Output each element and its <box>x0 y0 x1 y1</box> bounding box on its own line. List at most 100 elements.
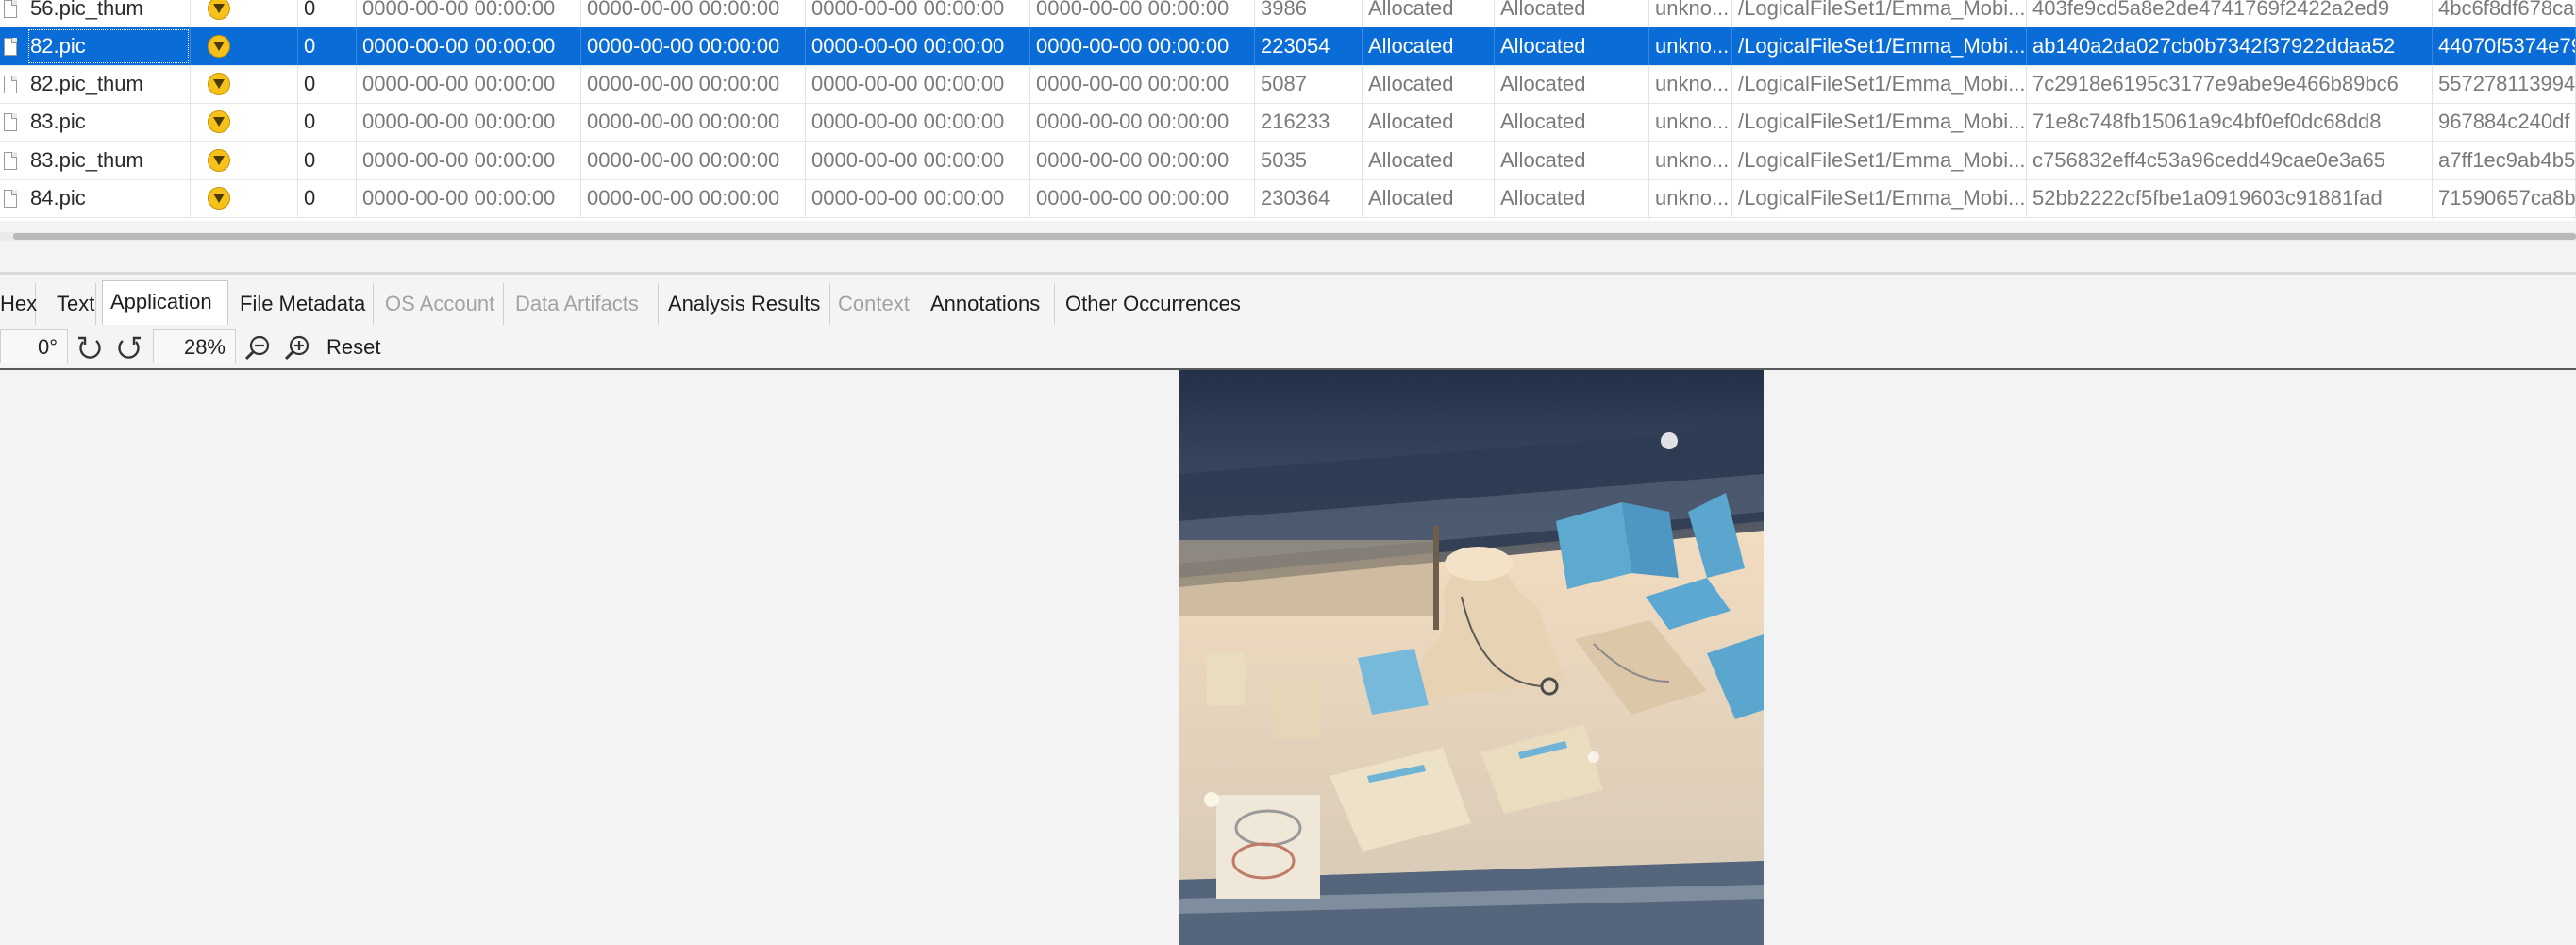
flags_dir-cell: Allocated <box>1363 142 1495 179</box>
pane-splitter[interactable] <box>0 272 2576 275</box>
tag-warning-icon <box>208 149 230 172</box>
table-row[interactable]: 82.pic_thum 0 0000-00-00 00:00:00 0000-00-0… <box>0 65 2576 104</box>
size-cell: 223054 <box>1255 27 1363 65</box>
scrollbar-thumb[interactable] <box>13 233 2576 240</box>
file-name: 56.pic_thum <box>30 0 143 20</box>
md5-cell: 7c2918e6195c3177e9abe9e466b89bc6 <box>2027 65 2433 103</box>
table-row[interactable]: 83.pic 0 0000-00-00 00:00:00 0000-00-00 00:… <box>0 103 2576 142</box>
t2-cell: 0000-00-00 00:00:00 <box>581 179 806 217</box>
tab-os-account: OS Account <box>377 283 504 325</box>
md5-cell: 71e8c748fb15061a9c4bf0ef0dc68dd8 <box>2027 103 2433 141</box>
table-row[interactable]: 56.pic_thum 0 0000-00-00 00:00:00 0000-00-0… <box>0 0 2576 28</box>
file-icon <box>4 76 17 93</box>
t4-cell: 0000-00-00 00:00:00 <box>1030 65 1255 103</box>
displayed-image <box>1179 370 1764 945</box>
t3-cell: 0000-00-00 00:00:00 <box>806 103 1030 141</box>
table-row[interactable]: 82.pic 0 0000-00-00 00:00:00 0000-00-00 00:… <box>0 27 2576 66</box>
image-viewer <box>0 370 2576 945</box>
tag-warning-icon <box>208 73 230 95</box>
focus-outline <box>28 29 189 63</box>
table-row[interactable]: 83.pic_thum 0 0000-00-00 00:00:00 0000-00-0… <box>0 142 2576 180</box>
tab-text[interactable]: Text <box>49 283 96 325</box>
file-icon <box>4 0 17 18</box>
sha-cell: 967884c240df <box>2433 103 2576 141</box>
sha-cell: a7ff1ec9ab4b5 <box>2433 142 2576 179</box>
t2-cell: 0000-00-00 00:00:00 <box>581 27 806 65</box>
t1-cell: 0000-00-00 00:00:00 <box>357 103 581 141</box>
flags_meta-cell: Allocated <box>1495 65 1649 103</box>
tag-warning-icon <box>208 187 230 210</box>
flags_dir-cell: Allocated <box>1363 27 1495 65</box>
file-name-cell[interactable]: 84.pic <box>0 179 191 217</box>
tag-cell <box>191 0 298 27</box>
known-cell: unkno... <box>1649 27 1732 65</box>
rotation-field[interactable]: 0° <box>0 329 68 363</box>
table-horizontal-scrollbar[interactable] <box>0 232 2576 241</box>
size-cell: 5087 <box>1255 65 1363 103</box>
tab-file-metadata[interactable]: File Metadata <box>232 283 374 325</box>
flags_meta-cell: Allocated <box>1495 0 1649 27</box>
t3-cell: 0000-00-00 00:00:00 <box>806 179 1030 217</box>
tab-data-artifacts: Data Artifacts <box>508 283 659 325</box>
file-icon <box>4 38 17 56</box>
file-name-cell[interactable]: 56.pic_thum <box>0 0 191 27</box>
tag-cell <box>191 65 298 103</box>
t4-cell: 0000-00-00 00:00:00 <box>1030 27 1255 65</box>
tag-cell <box>191 142 298 179</box>
known-cell: unkno... <box>1649 142 1732 179</box>
known-cell: unkno... <box>1649 103 1732 141</box>
zoom-in-icon[interactable] <box>281 332 313 364</box>
flags_meta-cell: Allocated <box>1495 142 1649 179</box>
score-cell: 0 <box>298 27 357 65</box>
score-cell: 0 <box>298 179 357 217</box>
t4-cell: 0000-00-00 00:00:00 <box>1030 0 1255 27</box>
rotate-left-icon[interactable] <box>74 332 106 364</box>
tab-hex[interactable]: Hex <box>0 283 37 325</box>
tab-context: Context <box>830 283 928 325</box>
t1-cell: 0000-00-00 00:00:00 <box>357 179 581 217</box>
tab-annotations[interactable]: Annotations <box>923 283 1055 325</box>
file-icon <box>4 190 17 208</box>
flags_dir-cell: Allocated <box>1363 103 1495 141</box>
tag-warning-icon <box>208 0 230 20</box>
zoom-level-field[interactable]: 28% <box>153 329 236 363</box>
t1-cell: 0000-00-00 00:00:00 <box>357 0 581 27</box>
t2-cell: 0000-00-00 00:00:00 <box>581 103 806 141</box>
path-cell: /LogicalFileSet1/Emma_Mobi... <box>1732 142 2027 179</box>
tag-cell <box>191 103 298 141</box>
path-cell: /LogicalFileSet1/Emma_Mobi... <box>1732 0 2027 27</box>
sha-cell: 44070f5374e79 <box>2433 27 2576 65</box>
tag-cell <box>191 179 298 217</box>
rotate-right-icon[interactable] <box>113 332 145 364</box>
file-name-cell[interactable]: 83.pic <box>0 103 191 141</box>
size-cell: 3986 <box>1255 0 1363 27</box>
tab-other-occurrences[interactable]: Other Occurrences <box>1058 283 1250 325</box>
score-cell: 0 <box>298 0 357 27</box>
path-cell: /LogicalFileSet1/Emma_Mobi... <box>1732 27 2027 65</box>
path-cell: /LogicalFileSet1/Emma_Mobi... <box>1732 179 2027 217</box>
t1-cell: 0000-00-00 00:00:00 <box>357 27 581 65</box>
t2-cell: 0000-00-00 00:00:00 <box>581 142 806 179</box>
flags_meta-cell: Allocated <box>1495 179 1649 217</box>
zoom-out-icon[interactable] <box>242 332 274 364</box>
tab-analysis-results[interactable]: Analysis Results <box>661 283 830 325</box>
known-cell: unkno... <box>1649 179 1732 217</box>
known-cell: unkno... <box>1649 0 1732 27</box>
file-name-cell[interactable]: 82.pic <box>0 27 191 65</box>
t1-cell: 0000-00-00 00:00:00 <box>357 65 581 103</box>
tag-warning-icon <box>208 35 230 58</box>
known-cell: unkno... <box>1649 65 1732 103</box>
tab-application[interactable]: Application <box>102 280 228 325</box>
file-name-cell[interactable]: 83.pic_thum <box>0 142 191 179</box>
flags_dir-cell: Allocated <box>1363 0 1495 27</box>
tag-warning-icon <box>208 110 230 133</box>
md5-cell: 403fe9cd5a8e2de4741769f2422a2ed9 <box>2027 0 2433 27</box>
reset-button[interactable]: Reset <box>326 330 380 364</box>
score-cell: 0 <box>298 103 357 141</box>
file-name: 82.pic_thum <box>30 72 143 95</box>
table-row[interactable]: 84.pic 0 0000-00-00 00:00:00 0000-00-00 00:… <box>0 179 2576 218</box>
t3-cell: 0000-00-00 00:00:00 <box>806 0 1030 27</box>
file-name-cell[interactable]: 82.pic_thum <box>0 65 191 103</box>
t3-cell: 0000-00-00 00:00:00 <box>806 27 1030 65</box>
sha-cell: 4bc6f8df678ca <box>2433 0 2576 27</box>
